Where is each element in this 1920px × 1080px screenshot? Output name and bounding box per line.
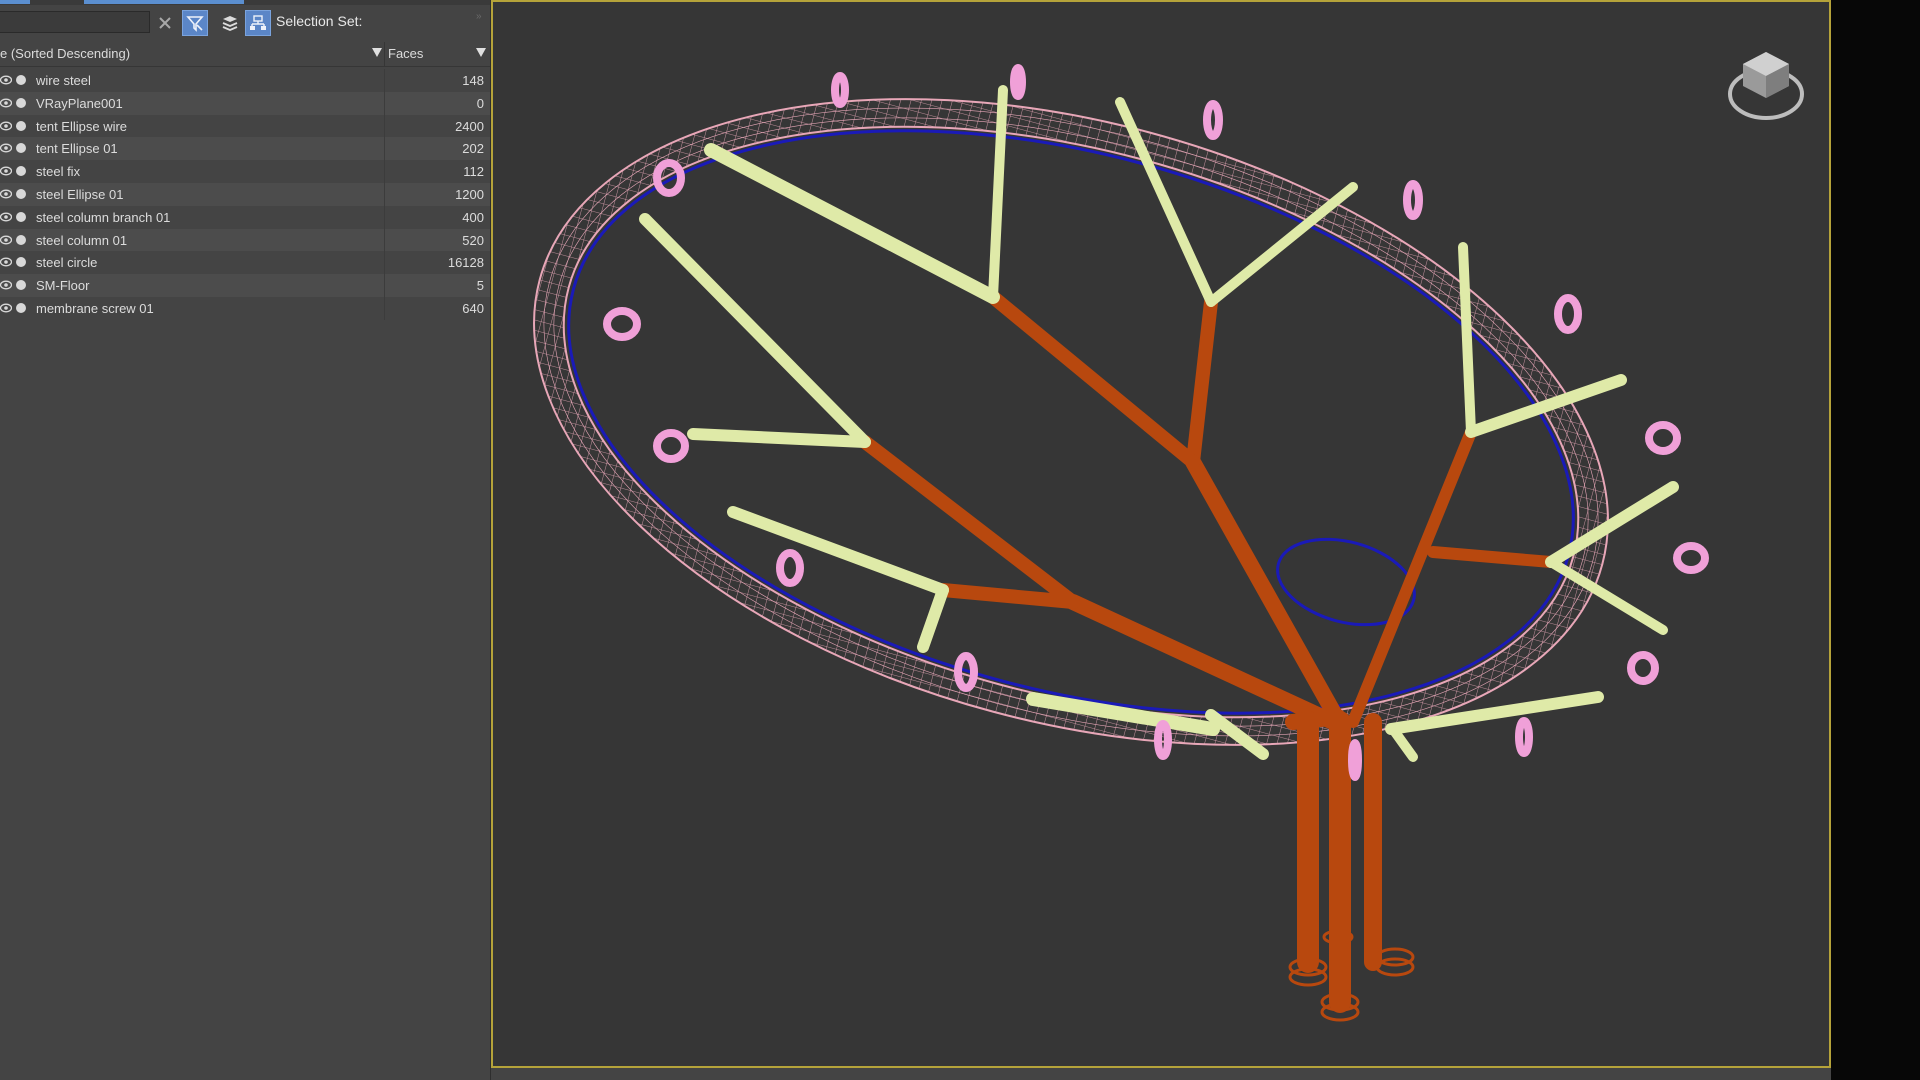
column-divider (384, 205, 385, 229)
perspective-viewport[interactable] (491, 0, 1831, 1068)
explorer-toolbar: Selection Set: » (0, 5, 490, 39)
column-divider (384, 69, 385, 92)
panel-collapse-icon[interactable]: » (476, 11, 486, 22)
object-faces: 0 (476, 95, 484, 111)
object-name: steel column 01 (36, 232, 128, 248)
object-name: steel column branch 01 (36, 209, 171, 225)
column-divider (384, 296, 385, 320)
list-item[interactable]: wire steel 148 (0, 69, 490, 92)
list-item[interactable]: tent Ellipse 01 202 (0, 137, 490, 161)
column-divider (384, 251, 385, 275)
column-divider (384, 228, 385, 252)
eye-icon[interactable] (0, 143, 12, 153)
object-name: wire steel (36, 73, 91, 88)
eye-icon[interactable] (0, 121, 12, 131)
object-name: VRayPlane001 (36, 95, 123, 111)
object-faces: 640 (462, 300, 484, 316)
eye-icon[interactable] (0, 303, 12, 313)
list-item[interactable]: SM-Floor 5 (0, 274, 490, 297)
close-icon (159, 17, 171, 29)
sort-descending-icon[interactable] (372, 48, 382, 57)
list-item[interactable]: steel Ellipse 01 1200 (0, 182, 490, 206)
object-icon[interactable] (16, 120, 26, 131)
object-icon[interactable] (16, 280, 26, 291)
object-faces: 2400 (455, 118, 484, 134)
filter-button[interactable] (182, 10, 208, 36)
clear-search-button[interactable] (152, 10, 178, 36)
viewcube-icon[interactable] (1721, 42, 1811, 132)
object-faces: 1200 (455, 186, 484, 202)
panel-tab[interactable] (0, 0, 30, 4)
object-name: SM-Floor (36, 278, 90, 294)
object-name: steel Ellipse 01 (36, 186, 124, 202)
tent-ellipse-ring (533, 98, 1609, 746)
object-faces: 520 (462, 232, 484, 248)
column-divider (384, 91, 385, 115)
column-divider[interactable] (384, 42, 385, 66)
object-faces: 148 (462, 73, 484, 88)
eye-icon[interactable] (0, 280, 12, 290)
list-item[interactable]: steel column branch 01 400 (0, 205, 490, 229)
column-options-icon[interactable] (476, 48, 486, 57)
scene-explorer-panel: Selection Set: » e (Sorted Descending) F… (0, 0, 491, 1080)
column-divider (384, 137, 385, 161)
eye-icon[interactable] (0, 75, 12, 85)
object-icon[interactable] (16, 257, 26, 268)
name-column-header[interactable]: e (Sorted Descending) (0, 46, 130, 61)
object-icon[interactable] (16, 75, 26, 85)
column-divider (384, 114, 385, 138)
layers-button[interactable] (217, 10, 243, 36)
eye-icon[interactable] (0, 98, 12, 108)
eye-icon[interactable] (0, 166, 12, 176)
object-icon[interactable] (16, 97, 26, 108)
search-input[interactable] (0, 11, 150, 33)
eye-icon[interactable] (0, 189, 12, 199)
list-item[interactable]: tent Ellipse wire 2400 (0, 114, 490, 138)
object-faces: 16128 (447, 255, 484, 271)
object-icon[interactable] (16, 302, 26, 313)
column-divider (384, 274, 385, 297)
object-name: tent Ellipse wire (36, 118, 128, 134)
list-item[interactable]: steel fix 112 (0, 160, 490, 183)
hierarchy-icon (250, 15, 266, 30)
object-name: steel fix (36, 164, 81, 180)
eye-icon[interactable] (0, 212, 12, 222)
list-item[interactable]: steel circle 16128 (0, 251, 490, 275)
layers-icon (222, 16, 238, 31)
object-name: tent Ellipse 01 (36, 141, 118, 157)
object-faces: 400 (462, 209, 484, 225)
object-faces: 5 (476, 278, 484, 294)
column-divider (384, 160, 385, 183)
object-faces: 202 (462, 141, 484, 157)
object-icon[interactable] (16, 211, 26, 222)
object-name: steel circle (36, 255, 98, 271)
list-item[interactable]: VRayPlane001 0 (0, 91, 490, 115)
column-header: e (Sorted Descending) Faces (0, 42, 490, 67)
object-icon[interactable] (16, 166, 26, 177)
object-icon[interactable] (16, 143, 26, 154)
faces-column-header[interactable]: Faces (388, 46, 423, 61)
viewport-side-area (1831, 0, 1920, 1080)
object-faces: 112 (463, 164, 484, 180)
steel-column-branches (858, 290, 1557, 1013)
list-item[interactable]: steel column 01 520 (0, 228, 490, 252)
eye-icon[interactable] (0, 235, 12, 245)
object-icon[interactable] (16, 188, 26, 199)
object-name: membrane screw 01 (36, 300, 154, 316)
selection-set-label: Selection Set: (276, 13, 363, 29)
column-divider (384, 182, 385, 206)
eye-icon[interactable] (0, 257, 12, 267)
panel-tab[interactable] (84, 0, 244, 4)
viewport-bottom-strip (491, 1068, 1831, 1080)
object-icon[interactable] (16, 234, 26, 245)
wireframe-scene (533, 64, 1709, 1022)
list-item[interactable]: membrane screw 01 640 (0, 296, 490, 320)
object-list: wire steel 148 VRayPlane001 0 tent Ellipse w… (0, 69, 490, 320)
hierarchy-button[interactable] (245, 10, 271, 36)
filter-icon (186, 16, 204, 32)
